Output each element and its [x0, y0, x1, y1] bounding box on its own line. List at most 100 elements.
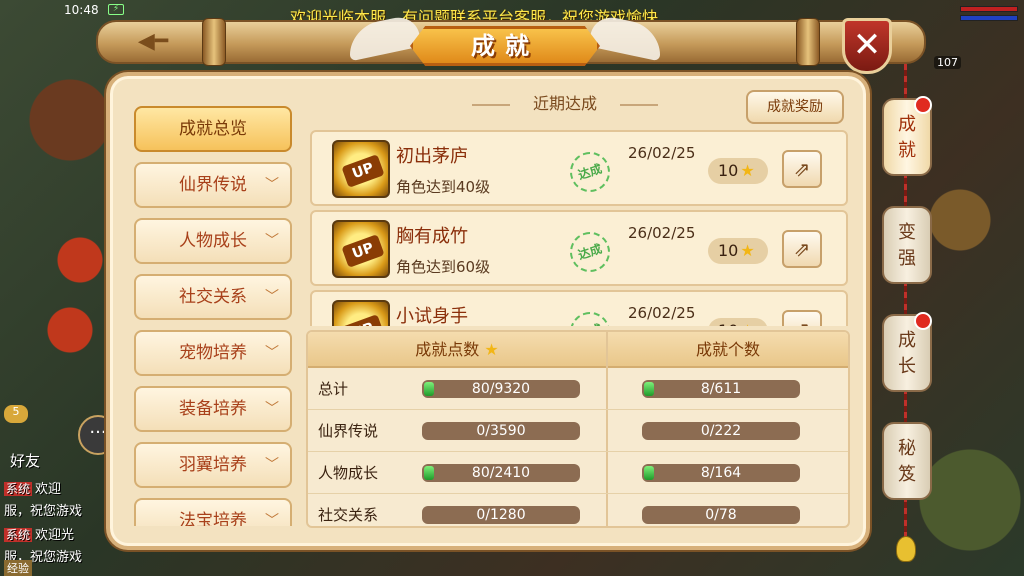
close-button[interactable]: ✕	[842, 18, 892, 74]
chevron-down-icon: ﹀	[265, 233, 279, 249]
page-title: 成就	[410, 26, 600, 66]
table-row: 总计 80/9320 8/611	[308, 368, 848, 410]
table-row: 社交关系 0/1280 0/78	[308, 494, 848, 526]
achievement-name: 小试身手	[396, 306, 468, 326]
back-arrow-icon[interactable]: ◀━	[118, 30, 188, 56]
progress-text: 0/1280	[476, 507, 526, 523]
share-icon: ⇗	[793, 157, 811, 181]
sidebar-item-equipment[interactable]: 装备培养 ﹀	[134, 386, 292, 432]
level-up-icon: UP	[332, 140, 390, 198]
share-button[interactable]: ⇗	[782, 310, 822, 326]
share-button[interactable]: ⇗	[782, 150, 822, 188]
chat-line: 系统 欢迎	[4, 478, 61, 497]
chat-text: 服，祝您游戏	[4, 504, 83, 519]
friend-button[interactable]: 好友	[10, 450, 40, 471]
share-button[interactable]: ⇗	[782, 230, 822, 268]
tab-label: 成长	[898, 330, 916, 377]
achievement-name: 胸有成竹	[396, 226, 468, 247]
chat-text: 欢迎光	[35, 528, 75, 543]
sidebar-item-label: 装备培养	[179, 399, 247, 419]
points-value: 10	[718, 161, 739, 180]
achievement-date: 26/02/25	[628, 224, 696, 242]
completed-stamp: 达成	[564, 226, 616, 278]
count-progress-bar: 8/611	[642, 380, 800, 398]
stats-col-points: 成就点数 ★	[308, 332, 606, 368]
share-icon: ⇗	[794, 317, 811, 326]
achievement-points: 10★	[708, 238, 768, 264]
chat-tag: 系统	[4, 528, 33, 542]
sidebar-item-social[interactable]: 社交关系 ﹀	[134, 274, 292, 320]
achievement-desc: 角色达到60级	[396, 258, 491, 276]
achievement-date: 26/02/25	[628, 304, 696, 322]
star-icon: ★	[740, 161, 755, 180]
sidebar-item-wings[interactable]: 羽翼培养 ﹀	[134, 442, 292, 488]
tab-strengthen[interactable]: 变强	[882, 206, 932, 284]
achievement-date: 26/02/25	[628, 144, 696, 162]
col-header-points: 成就点数	[415, 340, 480, 359]
title-plate: 成就	[350, 12, 660, 70]
points-value: 10	[718, 241, 739, 260]
notification-dot	[914, 312, 932, 330]
sidebar-item-label: 羽翼培养	[179, 455, 247, 475]
sidebar-item-label: 人物成长	[179, 231, 247, 251]
progress-text: 0/222	[700, 423, 742, 439]
chat-badge: 5	[4, 405, 28, 423]
achievement-desc: 角色达到40级	[396, 178, 491, 196]
tab-label: 成就	[898, 114, 916, 161]
rod-cap	[796, 18, 820, 66]
share-icon: ⇗	[793, 237, 811, 261]
sidebar-item-label: 法宝培养	[179, 511, 247, 526]
sidebar-item-growth[interactable]: 人物成长 ﹀	[134, 218, 292, 264]
points-value: 10	[718, 321, 738, 326]
chevron-down-icon: ﹀	[265, 177, 279, 193]
sidebar-item-overview[interactable]: 成就总览	[134, 106, 292, 152]
points-progress-bar: 0/3590	[422, 422, 580, 440]
sidebar-item-legend[interactable]: 仙界传说 ﹀	[134, 162, 292, 208]
row-label: 社交关系	[318, 506, 379, 524]
chat-line: 系统 欢迎光	[4, 524, 74, 543]
icon-text: UP	[341, 154, 385, 188]
sidebar-item-treasure[interactable]: 法宝培养 ﹀	[134, 498, 292, 526]
chat-line: 服，祝您游戏	[4, 500, 82, 519]
level-up-icon: UP	[332, 300, 390, 326]
recent-header: 近期达成	[472, 92, 658, 116]
icon-text: UP	[341, 314, 385, 326]
chevron-down-icon: ﹀	[265, 457, 279, 473]
achievement-points: 10★	[708, 158, 768, 184]
chat-text: 欢迎	[35, 482, 62, 497]
tab-label: 秘笈	[898, 438, 916, 485]
rod-cap	[202, 18, 226, 66]
player-level: 107	[934, 56, 961, 69]
sidebar-item-label: 仙界传说	[179, 175, 247, 195]
progress-text: 8/164	[700, 465, 742, 481]
achievement-reward-button[interactable]: 成就奖励	[746, 90, 844, 124]
list-item: UP 小试身手 达成 26/02/25 10★ ⇗	[310, 290, 848, 326]
charm-icon	[896, 536, 916, 562]
progress-text: 8/611	[700, 381, 742, 397]
list-item: UP 初出茅庐 角色达到40级 达成 26/02/25 10 ★ ⇗	[310, 130, 848, 206]
star-icon: ★	[484, 340, 499, 359]
table-row: 仙界传说 0/3590 0/222	[308, 410, 848, 452]
completed-stamp: 达成	[564, 146, 616, 198]
table-row: 人物成长 80/2410 8/164	[308, 452, 848, 494]
list-item: UP 胸有成竹 角色达到60级 达成 26/02/25 10 ★ ⇗	[310, 210, 848, 286]
count-progress-bar: 8/164	[642, 464, 800, 482]
tab-secrets[interactable]: 秘笈	[882, 422, 932, 500]
stats-header: 成就点数 ★ 成就个数	[308, 332, 848, 368]
status-time: 10:48	[64, 3, 99, 17]
recent-achievement-list[interactable]: UP 初出茅庐 角色达到40级 达成 26/02/25 10 ★ ⇗ UP 胸有成…	[310, 130, 848, 326]
count-progress-bar: 0/78	[642, 506, 800, 524]
achievement-stats-table: 成就点数 ★ 成就个数 总计 80/9320 8/611 仙界传说 0/3590…	[306, 330, 850, 528]
col-header-count: 成就个数	[695, 340, 760, 359]
sidebar-item-label: 社交关系	[179, 287, 247, 307]
progress-text: 80/2410	[471, 465, 531, 481]
exp-label: 经验	[4, 560, 32, 576]
count-progress-bar: 0/222	[642, 422, 800, 440]
row-label: 人物成长	[318, 464, 379, 482]
star-icon: ★	[740, 241, 755, 260]
sidebar-item-label: 宠物培养	[179, 343, 247, 363]
points-progress-bar: 80/9320	[422, 380, 580, 398]
sidebar-item-pet[interactable]: 宠物培养 ﹀	[134, 330, 292, 376]
progress-text: 0/3590	[476, 423, 526, 439]
chevron-down-icon: ﹀	[265, 345, 279, 361]
